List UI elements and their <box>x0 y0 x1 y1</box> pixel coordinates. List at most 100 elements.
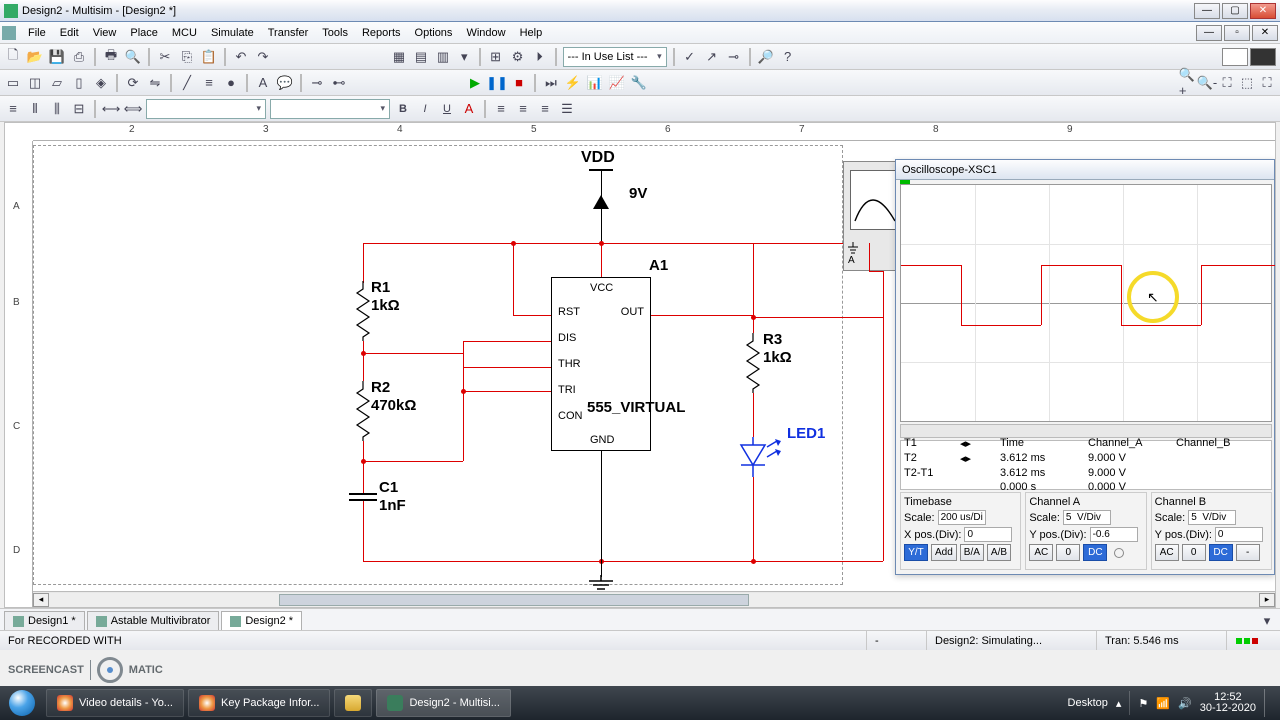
b-ypos-input[interactable] <box>1215 527 1263 542</box>
chip-555[interactable]: VCC RST OUT DIS THR TRI CON GND <box>551 277 651 451</box>
scroll-right-icon[interactable]: ▸ <box>1259 593 1275 607</box>
add-button[interactable]: Add <box>931 544 957 561</box>
minimize-button[interactable]: — <box>1194 3 1220 19</box>
probe2-icon[interactable]: ⊷ <box>330 74 348 92</box>
ba-button[interactable]: B/A <box>960 544 984 561</box>
scroll-left-icon[interactable]: ◂ <box>33 593 49 607</box>
grapher-icon[interactable]: 📈 <box>608 74 626 92</box>
tabs-menu-icon[interactable]: ▾ <box>1258 612 1276 630</box>
alignl-icon[interactable]: ≡ <box>492 100 510 118</box>
mdi-restore-button[interactable]: ▫ <box>1224 25 1250 41</box>
network-icon[interactable]: 📶 <box>1156 697 1170 710</box>
canvas-hscroll[interactable]: ◂ ▸ <box>33 591 1275 607</box>
menu-place[interactable]: Place <box>124 24 164 42</box>
text-icon[interactable]: A <box>254 74 272 92</box>
mdi-close-button[interactable]: ✕ <box>1252 25 1278 41</box>
tray-up-icon[interactable]: ▴ <box>1116 697 1122 710</box>
copy-icon[interactable]: ⎘ <box>178 48 196 66</box>
comp2-icon[interactable]: ◫ <box>26 74 44 92</box>
menu-transfer[interactable]: Transfer <box>262 24 315 42</box>
arrow-icon[interactable]: ↗ <box>703 48 721 66</box>
oscilloscope-window[interactable]: Oscilloscope-XSC1 <box>895 159 1275 575</box>
paste-icon[interactable]: 📋 <box>200 48 218 66</box>
maximize-button[interactable]: ▢ <box>1222 3 1248 19</box>
volume-icon[interactable]: 🔊 <box>1178 697 1192 710</box>
junction-icon[interactable]: ● <box>222 74 240 92</box>
grid2-icon[interactable]: ▤ <box>412 48 430 66</box>
fullscreen-icon[interactable]: ⛶ <box>1258 74 1276 92</box>
taskbar-item-explorer[interactable] <box>334 689 372 717</box>
layer-dropdown[interactable]: ▾ <box>456 48 473 66</box>
a-ypos-input[interactable] <box>1090 527 1138 542</box>
menu-options[interactable]: Options <box>409 24 459 42</box>
sim-icon[interactable]: ⏵ <box>531 48 549 66</box>
b-ac-button[interactable]: AC <box>1155 544 1179 561</box>
start-button[interactable] <box>0 686 44 720</box>
bus-icon[interactable]: ≡ <box>200 74 218 92</box>
resistor-r1[interactable] <box>355 281 371 341</box>
resistor-r2[interactable] <box>355 381 371 441</box>
font-dropdown[interactable] <box>146 99 266 119</box>
xpos-input[interactable] <box>964 527 1012 542</box>
align4-icon[interactable]: ⊟ <box>70 100 88 118</box>
menu-file[interactable]: File <box>22 24 52 42</box>
grid3-icon[interactable]: ▥ <box>434 48 452 66</box>
menu-reports[interactable]: Reports <box>356 24 407 42</box>
db-icon[interactable]: ⊞ <box>487 48 505 66</box>
postproc-icon[interactable]: 📊 <box>586 74 604 92</box>
pause-button[interactable]: ❚❚ <box>488 74 506 92</box>
align3-icon[interactable]: ⫼ <box>48 100 66 118</box>
undo-icon[interactable]: ↶ <box>232 48 250 66</box>
wire-icon[interactable]: ╱ <box>178 74 196 92</box>
zoomarea-icon[interactable]: ⬚ <box>1238 74 1256 92</box>
print-icon[interactable]: 🖶 <box>102 48 120 66</box>
help-icon[interactable]: ? <box>779 48 797 66</box>
dist2-icon[interactable]: ⟺ <box>124 100 142 118</box>
probe-icon[interactable]: ⊸ <box>725 48 743 66</box>
probe1-icon[interactable]: ⊸ <box>308 74 326 92</box>
interactive-icon[interactable]: ⚡ <box>564 74 582 92</box>
a-ac-button[interactable]: AC <box>1029 544 1053 561</box>
list-icon[interactable]: ☰ <box>558 100 576 118</box>
menu-window[interactable]: Window <box>460 24 511 42</box>
menu-help[interactable]: Help <box>514 24 549 42</box>
schematic-canvas[interactable]: 2 3 4 5 6 7 8 9 A B C D VDD 9V R1 <box>4 122 1276 608</box>
bold-icon[interactable]: B <box>394 100 412 118</box>
step-icon[interactable]: ⏭ <box>542 74 560 92</box>
dist1-icon[interactable]: ⟷ <box>102 100 120 118</box>
zoomfit-icon[interactable]: ⛶ <box>1218 74 1236 92</box>
stop-button[interactable]: ■ <box>510 74 528 92</box>
align1-icon[interactable]: ≡ <box>4 100 22 118</box>
comment-icon[interactable]: 💬 <box>276 74 294 92</box>
save-icon[interactable]: 💾 <box>48 48 66 66</box>
flag-icon[interactable]: ⚑ <box>1138 697 1148 710</box>
instr-icon[interactable]: 🔧 <box>630 74 648 92</box>
new-icon[interactable]: 🗋 <box>4 48 22 66</box>
comp1-icon[interactable]: ▭ <box>4 74 22 92</box>
alignr-icon[interactable]: ≡ <box>536 100 554 118</box>
a-0-button[interactable]: 0 <box>1056 544 1080 561</box>
b-0-button[interactable]: 0 <box>1182 544 1206 561</box>
menu-tools[interactable]: Tools <box>316 24 354 42</box>
desktop-label[interactable]: Desktop <box>1068 697 1108 709</box>
mdi-minimize-button[interactable]: — <box>1196 25 1222 41</box>
size-dropdown[interactable] <box>270 99 390 119</box>
b-scale-input[interactable] <box>1188 510 1236 525</box>
taskbar-item-chrome2[interactable]: Key Package Infor... <box>188 689 330 717</box>
grid-icon[interactable]: ▦ <box>390 48 408 66</box>
tab-astable[interactable]: Astable Multivibrator <box>87 611 220 630</box>
rotate-icon[interactable]: ⟳ <box>124 74 142 92</box>
preview-icon[interactable]: 🔍 <box>124 48 142 66</box>
run-button[interactable]: ▶ <box>466 74 484 92</box>
menu-simulate[interactable]: Simulate <box>205 24 260 42</box>
led-icon[interactable] <box>737 437 797 477</box>
tab-design1[interactable]: Design1 * <box>4 611 85 630</box>
close-button[interactable]: ✕ <box>1250 3 1276 19</box>
tab-design2[interactable]: Design2 * <box>221 611 302 630</box>
oscilloscope-screen[interactable]: ↖ <box>900 184 1272 422</box>
menu-edit[interactable]: Edit <box>54 24 85 42</box>
alignc-icon[interactable]: ≡ <box>514 100 532 118</box>
redo-icon[interactable]: ↷ <box>254 48 272 66</box>
taskbar-item-chrome1[interactable]: Video details - Yo... <box>46 689 184 717</box>
align2-icon[interactable]: ⫴ <box>26 100 44 118</box>
